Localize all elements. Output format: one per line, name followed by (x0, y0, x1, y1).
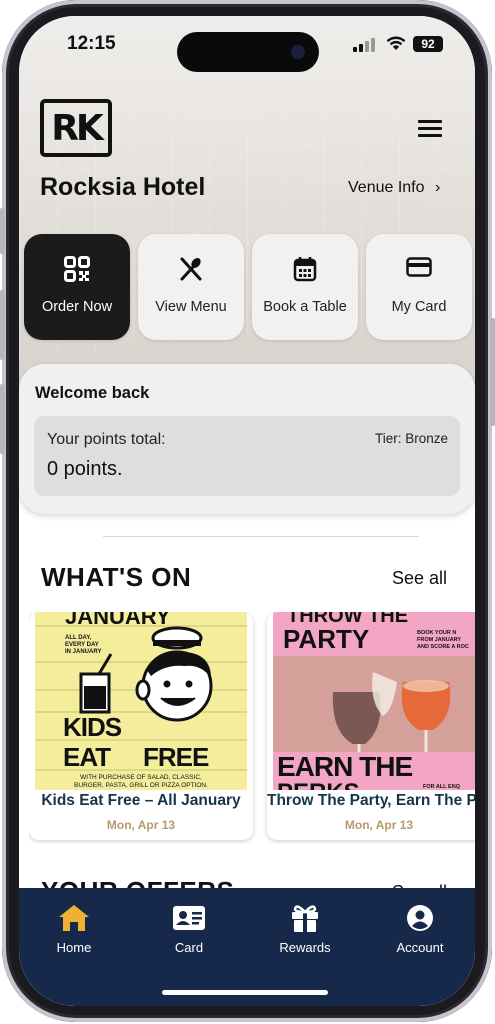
event-title: Kids Eat Free – All January (41, 792, 241, 809)
tab-rewards[interactable]: Rewards (255, 902, 355, 962)
tab-card-label: Card (174, 940, 204, 955)
tab-home-label: Home (56, 940, 92, 955)
app-screen: 12:15 92 RK Rocksia Hotel Venue Info › O… (19, 16, 475, 1006)
hamburger-menu-icon[interactable] (418, 120, 442, 138)
volume-down-button (0, 384, 5, 454)
tab-card[interactable]: Card (139, 902, 239, 962)
event-poster-kids-eat-free: JANUARY ALL DAY, EVERY DAY IN JANUARY KI… (35, 612, 247, 790)
calendar-icon (252, 256, 358, 284)
camera-icon (291, 45, 305, 59)
svg-text:EAT: EAT (63, 742, 111, 772)
event-title: Throw The Party, Earn The Perks (267, 792, 475, 809)
my-card-label: My Card (391, 299, 447, 315)
tab-account-label: Account (396, 940, 444, 955)
action-button (0, 208, 5, 254)
view-menu-button[interactable]: View Menu (138, 234, 244, 340)
order-now-label: Order Now (41, 299, 113, 315)
tab-home[interactable]: Home (24, 902, 124, 962)
svg-text:FREE: FREE (143, 742, 209, 772)
points-label: Your points total: (47, 431, 166, 448)
events-carousel[interactable]: JANUARY ALL DAY, EVERY DAY IN JANUARY KI… (29, 612, 475, 844)
svg-text:FROM JANUARY: FROM JANUARY (417, 637, 461, 643)
qr-code-icon (24, 256, 130, 284)
volume-up-button (0, 290, 5, 360)
battery-indicator: 92 (413, 36, 443, 52)
event-date: Mon, Apr 13 (344, 818, 414, 832)
id-card-icon (139, 902, 239, 934)
points-box: Your points total: Tier: Bronze 0 points… (34, 416, 460, 496)
order-now-button[interactable]: Order Now (24, 234, 130, 340)
event-poster-throw-the-party: THROW THE PARTY BOOK YOUR N FROM JANUARY… (273, 612, 475, 790)
quick-actions: Order Now View Menu Book a Table My Card (24, 234, 475, 342)
bottom-tab-bar: Home Card Rewards Account (19, 888, 475, 1006)
svg-text:WITH PURCHASE OF SALAD, CLASSI: WITH PURCHASE OF SALAD, CLASSIC, (80, 774, 202, 781)
whats-on-title: WHAT'S ON (41, 562, 192, 592)
tier-label: Tier: Bronze (374, 431, 448, 446)
signal-icon (353, 38, 375, 52)
svg-text:BURGER, PASTA, GRILL OR PIZZA: BURGER, PASTA, GRILL OR PIZZA OPTION. (74, 782, 208, 789)
chevron-right-icon: › (434, 179, 441, 196)
points-value: 0 points. (47, 458, 123, 480)
venue-name: Rocksia Hotel (40, 173, 206, 201)
svg-text:FOR ALL ENQ: FOR ALL ENQ (423, 784, 461, 790)
whats-on-see-all-link[interactable]: See all (392, 568, 447, 589)
svg-text:PARTY: PARTY (283, 624, 369, 654)
svg-text:ALL DAY,: ALL DAY, (65, 635, 92, 641)
welcome-title: Welcome back (35, 384, 150, 402)
logo-text: RK (51, 107, 104, 149)
credit-card-icon (366, 256, 472, 284)
tab-account[interactable]: Account (370, 902, 470, 962)
power-button (490, 318, 495, 426)
utensils-icon (138, 256, 244, 284)
poster-headline: KIDS (63, 712, 122, 742)
user-circle-icon (370, 902, 470, 934)
venue-logo: RK (40, 99, 112, 157)
svg-text:PERKS: PERKS (277, 779, 360, 790)
svg-text:EARN THE: EARN THE (277, 751, 412, 782)
gift-icon (255, 902, 355, 934)
view-menu-label: View Menu (155, 299, 227, 315)
venue-info-label: Venue Info (348, 179, 425, 196)
svg-text:BOOK YOUR N: BOOK YOUR N (417, 630, 456, 636)
event-date: Mon, Apr 13 (106, 818, 176, 832)
status-bar: 12:15 92 (19, 16, 475, 72)
welcome-card: Welcome back Your points total: Tier: Br… (19, 364, 475, 514)
venue-info-link[interactable]: Venue Info › (348, 179, 440, 197)
status-time: 12:15 (67, 33, 116, 54)
book-table-label: Book a Table (263, 299, 347, 315)
section-divider (103, 536, 419, 537)
poster-top-text: JANUARY (65, 612, 171, 629)
svg-text:AND SCORE A ROC: AND SCORE A ROC (417, 644, 469, 650)
svg-text:IN JANUARY: IN JANUARY (65, 649, 101, 655)
dynamic-island (177, 32, 319, 72)
home-indicator[interactable] (162, 990, 328, 995)
home-icon (24, 902, 124, 934)
event-card-kids-eat-free[interactable]: JANUARY ALL DAY, EVERY DAY IN JANUARY KI… (29, 612, 253, 840)
svg-text:EVERY DAY: EVERY DAY (65, 642, 99, 648)
wifi-icon (386, 36, 406, 50)
book-table-button[interactable]: Book a Table (252, 234, 358, 340)
my-card-button[interactable]: My Card (366, 234, 472, 340)
event-card-throw-the-party[interactable]: THROW THE PARTY BOOK YOUR N FROM JANUARY… (267, 612, 475, 840)
tab-rewards-label: Rewards (279, 940, 331, 955)
